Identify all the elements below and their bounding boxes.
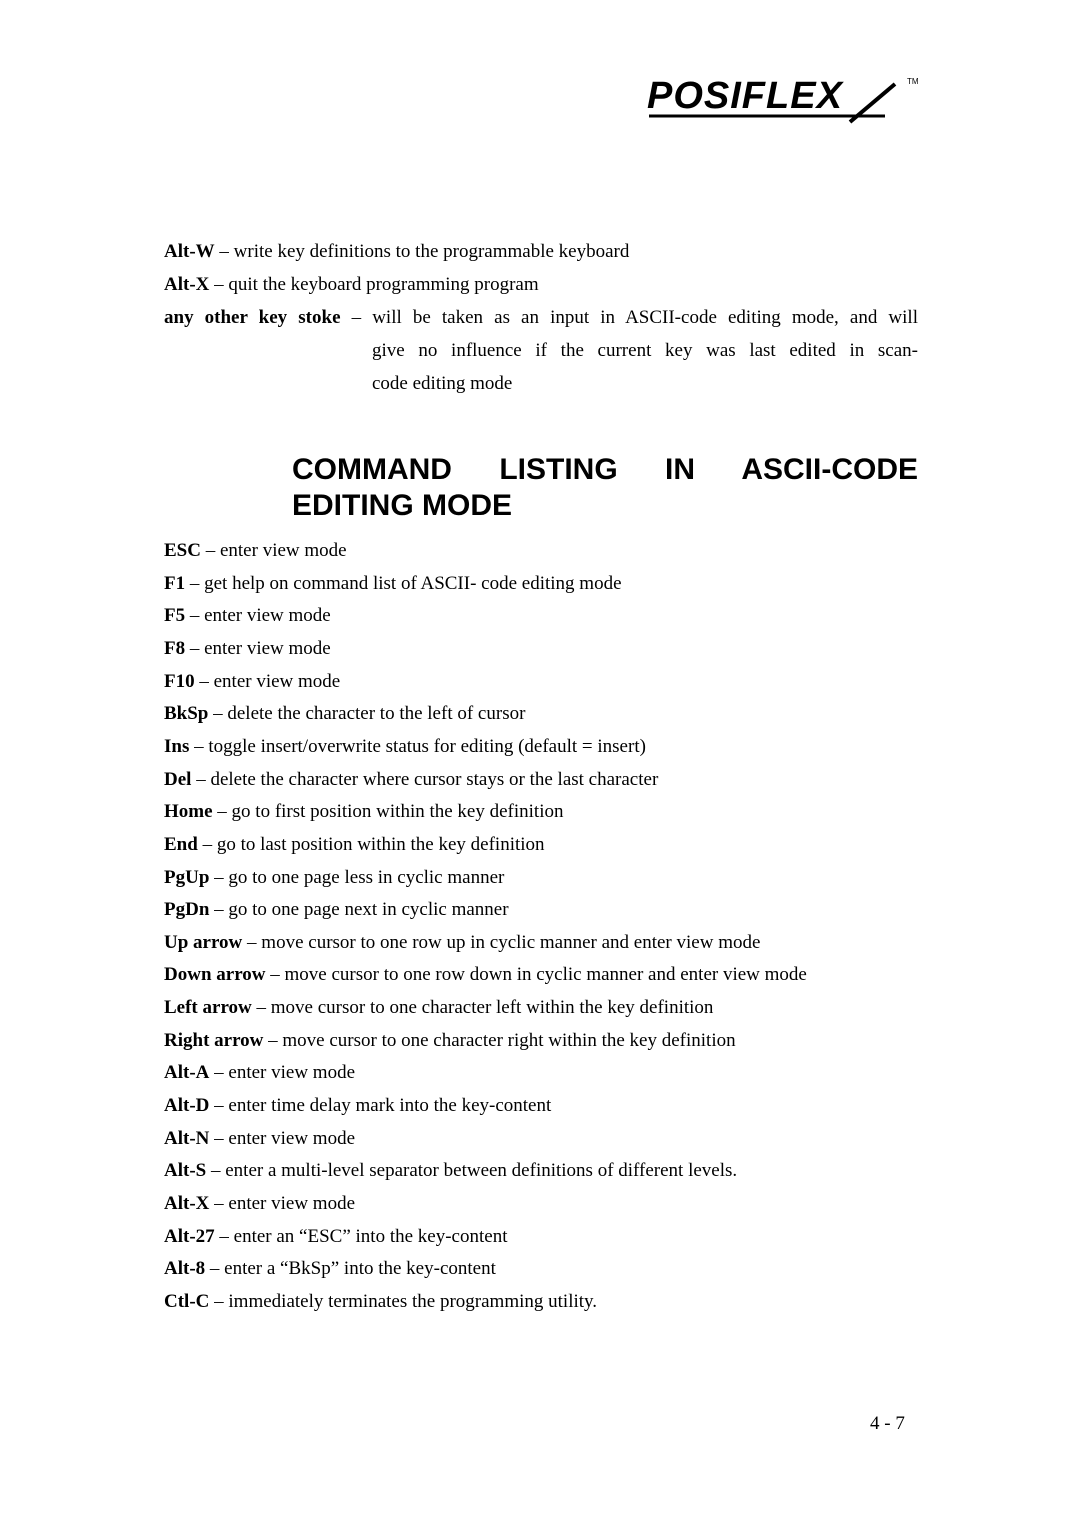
command-entry: End – go to last position within the key… xyxy=(164,833,545,855)
command-entry: Ins – toggle insert/overwrite status for… xyxy=(164,735,646,757)
key-label: BkSp xyxy=(164,703,209,725)
logo-text: POSIFLEX xyxy=(647,75,845,117)
key-label: Alt-S xyxy=(164,1160,207,1182)
intro-entry: Alt-W – write key definitions to the pro… xyxy=(164,241,630,262)
command-entry: BkSp – delete the character to the left … xyxy=(164,703,526,725)
key-description: enter a “BkSp” into the key-content xyxy=(224,1258,496,1280)
command-entry: F10 – enter view mode xyxy=(164,670,341,692)
intro-entry: Alt-X – quit the keyboard programming pr… xyxy=(164,274,539,295)
key-label: Alt-D xyxy=(164,1095,210,1117)
section-heading: COMMAND LISTING IN ASCII-CODE EDITING MO… xyxy=(292,452,918,524)
key-description: write key definitions to the programmabl… xyxy=(233,241,630,262)
heading-line-1: COMMAND LISTING IN ASCII-CODE xyxy=(292,453,918,486)
key-label: F1 xyxy=(164,572,186,594)
key-description: move cursor to one character left within… xyxy=(270,997,714,1019)
key-label: F10 xyxy=(164,670,195,692)
command-entry: Down arrow – move cursor to one row down… xyxy=(164,964,807,986)
key-description: enter view mode xyxy=(228,1127,356,1149)
key-description: enter view mode xyxy=(219,540,347,561)
key-label: F5 xyxy=(164,605,186,627)
logo-graphic: POSIFLEX TM xyxy=(647,75,919,124)
key-label: Left arrow xyxy=(164,997,252,1019)
key-description: enter an “ESC” into the key-content xyxy=(233,1225,508,1247)
command-entry: Alt-S – enter a multi-level separator be… xyxy=(164,1160,738,1182)
key-description: get help on command list of ASCII- code … xyxy=(204,572,622,594)
key-description: delete the character where cursor stays … xyxy=(210,768,659,790)
key-description: enter view mode xyxy=(228,1193,356,1214)
key-description: enter view mode xyxy=(228,1062,356,1084)
key-label: Alt-X xyxy=(164,1193,210,1214)
key-description: go to one page next in cyclic manner xyxy=(228,899,509,921)
key-description: enter time delay mark into the key-conte… xyxy=(228,1095,552,1117)
command-entry: F8 – enter view mode xyxy=(164,637,331,659)
key-label: End xyxy=(164,833,198,855)
key-label: Alt-X xyxy=(164,274,210,295)
key-label: PgUp xyxy=(164,866,210,888)
command-entry: Alt-A – enter view mode xyxy=(164,1062,356,1084)
key-description: move cursor to one row down in cyclic ma… xyxy=(284,964,807,986)
key-label: Alt-27 xyxy=(164,1225,215,1247)
key-description: go to one page less in cyclic manner xyxy=(228,866,505,888)
key-label: Ins xyxy=(164,735,190,757)
key-label: Right arrow xyxy=(164,1029,264,1051)
command-entry: Up arrow – move cursor to one row up in … xyxy=(164,931,761,953)
heading-line-2: EDITING MODE xyxy=(292,489,513,522)
key-description: go to first position within the key defi… xyxy=(231,801,564,823)
key-description: quit the keyboard programming program xyxy=(228,274,539,295)
key-description-line-3: code editing mode xyxy=(372,373,513,394)
key-description: toggle insert/overwrite status for editi… xyxy=(208,735,646,757)
key-label: PgDn xyxy=(164,899,210,921)
command-entry: PgDn – go to one page next in cyclic man… xyxy=(164,899,509,921)
command-entry: Alt-27 – enter an “ESC” into the key-con… xyxy=(164,1225,508,1247)
command-entry: F1 – get help on command list of ASCII- … xyxy=(164,572,622,594)
key-label: Del xyxy=(164,768,192,790)
key-description: enter view mode xyxy=(204,637,331,659)
key-label: Ctl-C xyxy=(164,1290,210,1312)
key-label: Home xyxy=(164,801,213,823)
key-label: Alt-N xyxy=(164,1127,210,1149)
command-entry: Alt-8 – enter a “BkSp” into the key-cont… xyxy=(164,1258,496,1280)
key-description-line-2: give no influence if the current key was… xyxy=(372,340,918,361)
key-label: Alt-8 xyxy=(164,1258,206,1280)
key-description: enter view mode xyxy=(213,670,341,692)
key-label: F8 xyxy=(164,637,186,659)
key-description: move cursor to one row up in cyclic mann… xyxy=(261,931,761,953)
command-entry: PgUp – go to one page less in cyclic man… xyxy=(164,866,505,888)
command-entry: Alt-D – enter time delay mark into the k… xyxy=(164,1095,552,1117)
page-number: 4 - 7 xyxy=(870,1413,905,1434)
posiflex-logo: POSIFLEX TM xyxy=(645,72,925,132)
key-label: Up arrow xyxy=(164,931,243,953)
command-entry: Ctl-C – immediately terminates the progr… xyxy=(164,1290,598,1312)
command-entry: Alt-X – enter view mode xyxy=(164,1193,356,1214)
key-description: move cursor to one character right withi… xyxy=(282,1029,736,1051)
command-entry: Left arrow – move cursor to one characte… xyxy=(164,997,714,1019)
trademark-mark: TM xyxy=(907,77,919,86)
command-entry: ESC – enter view mode xyxy=(164,540,347,561)
key-description-line-1: will be taken as an input in ASCII-code … xyxy=(372,307,918,328)
key-label: Alt-A xyxy=(164,1062,210,1084)
command-entry: F5 – enter view mode xyxy=(164,605,331,627)
key-description: immediately terminates the programming u… xyxy=(228,1290,598,1312)
key-label: any other key stoke xyxy=(164,307,341,328)
command-entry: Right arrow – move cursor to one charact… xyxy=(164,1029,736,1051)
command-entry: Alt-N – enter view mode xyxy=(164,1127,356,1149)
key-label: Alt-W xyxy=(164,241,215,262)
key-description: go to last position within the key defin… xyxy=(216,833,545,855)
key-description: enter view mode xyxy=(204,605,331,627)
key-label: Down arrow xyxy=(164,964,266,986)
other-key-entry: any other key stoke – will be taken as a… xyxy=(164,301,918,400)
key-description: delete the character to the left of curs… xyxy=(227,703,526,725)
command-entry: Del – delete the character where cursor … xyxy=(164,768,659,790)
command-entry: Home – go to first position within the k… xyxy=(164,801,564,823)
key-description: enter a multi-level separator between de… xyxy=(225,1160,738,1182)
key-label: ESC xyxy=(164,540,201,561)
